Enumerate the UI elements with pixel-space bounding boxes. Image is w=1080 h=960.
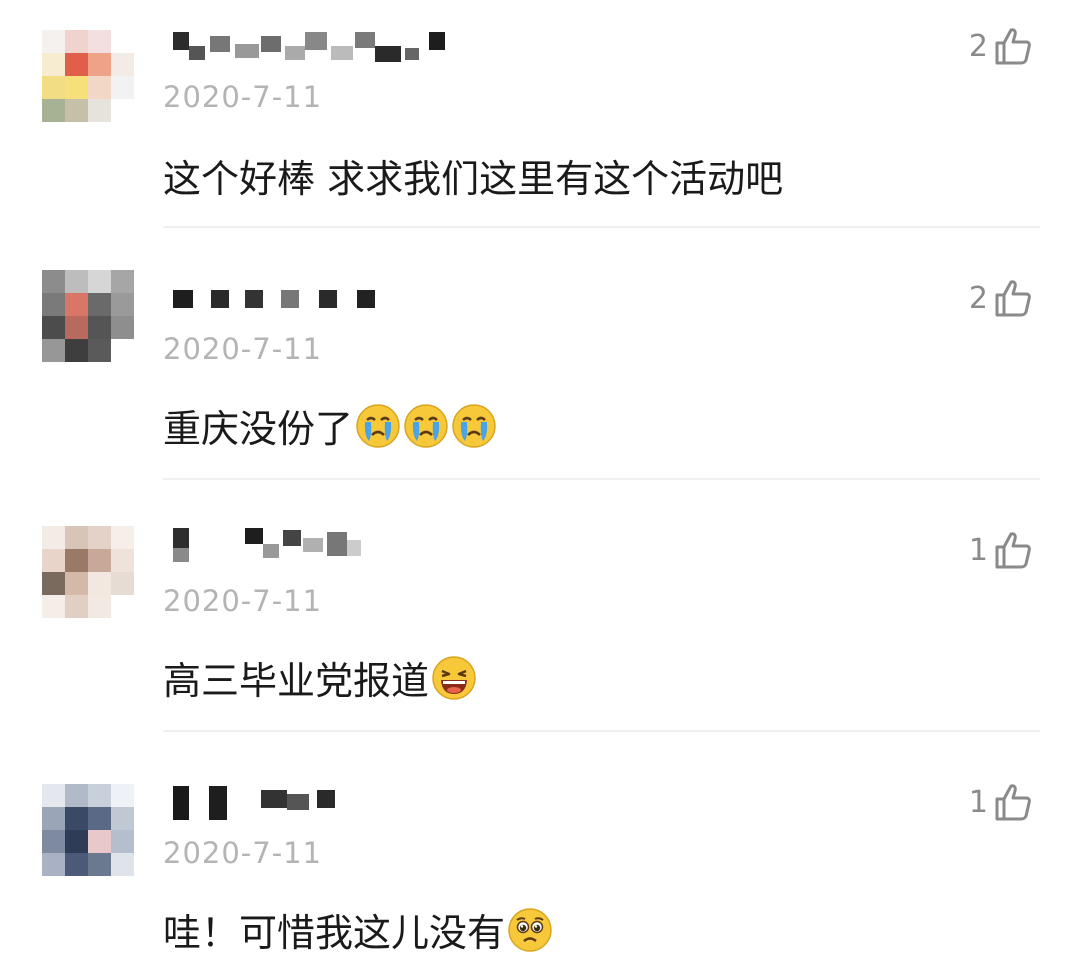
comment-date: 2020-7-11	[163, 584, 323, 618]
crying-emoji	[404, 403, 448, 448]
comment-item: 2020-7-11 1 哇！可惜我这儿没有	[0, 756, 1080, 960]
divider	[163, 478, 1040, 480]
crying-emoji	[356, 403, 400, 448]
like-button[interactable]: 2	[969, 278, 1032, 318]
like-button[interactable]: 1	[969, 530, 1032, 570]
thumbs-up-icon	[995, 280, 1031, 317]
comment-date: 2020-7-11	[163, 332, 323, 366]
username-blurred[interactable]	[165, 786, 465, 820]
avatar[interactable]	[42, 270, 134, 362]
crying-emoji	[452, 403, 496, 448]
comment-text-row: 高三毕业党报道	[163, 650, 477, 705]
username-blurred[interactable]	[165, 528, 465, 562]
comment-date: 2020-7-11	[163, 80, 323, 114]
avatar[interactable]	[42, 30, 134, 122]
username-blurred[interactable]	[165, 286, 465, 320]
comment-text: 重庆没份了	[163, 407, 354, 451]
like-count: 2	[968, 280, 988, 316]
like-count: 1	[968, 532, 988, 568]
comment-text: 高三毕业党报道	[163, 659, 430, 703]
thumbs-up-icon	[995, 532, 1031, 569]
divider	[163, 730, 1040, 732]
divider	[163, 226, 1040, 228]
thumbs-up-icon	[995, 28, 1031, 65]
avatar[interactable]	[42, 526, 134, 618]
comment-text: 哇！可惜我这儿没有	[163, 911, 506, 955]
avatar[interactable]	[42, 784, 134, 876]
comment-text: 这个好棒 求求我们这里有这个活动吧	[163, 157, 784, 201]
username-blurred[interactable]	[165, 32, 465, 66]
comment-text-row: 哇！可惜我这儿没有	[163, 902, 553, 957]
like-button[interactable]: 1	[969, 782, 1032, 822]
comment-item: 2020-7-11 2 重庆没份了	[0, 252, 1080, 504]
like-count: 2	[968, 28, 988, 64]
like-count: 1	[968, 784, 988, 820]
comment-text-row: 重庆没份了	[163, 398, 497, 453]
comment-text-row: 这个好棒 求求我们这里有这个活动吧	[163, 148, 783, 203]
pleading-emoji	[508, 907, 552, 952]
comment-item: 2020-7-11 2 这个好棒 求求我们这里有这个活动吧	[0, 0, 1080, 252]
thumbs-up-icon	[995, 784, 1031, 821]
comment-item: 2020-7-11 1 高三毕业党报道	[0, 504, 1080, 756]
like-button[interactable]: 2	[969, 26, 1032, 66]
laughing-emoji	[432, 655, 476, 700]
comment-date: 2020-7-11	[163, 836, 323, 870]
